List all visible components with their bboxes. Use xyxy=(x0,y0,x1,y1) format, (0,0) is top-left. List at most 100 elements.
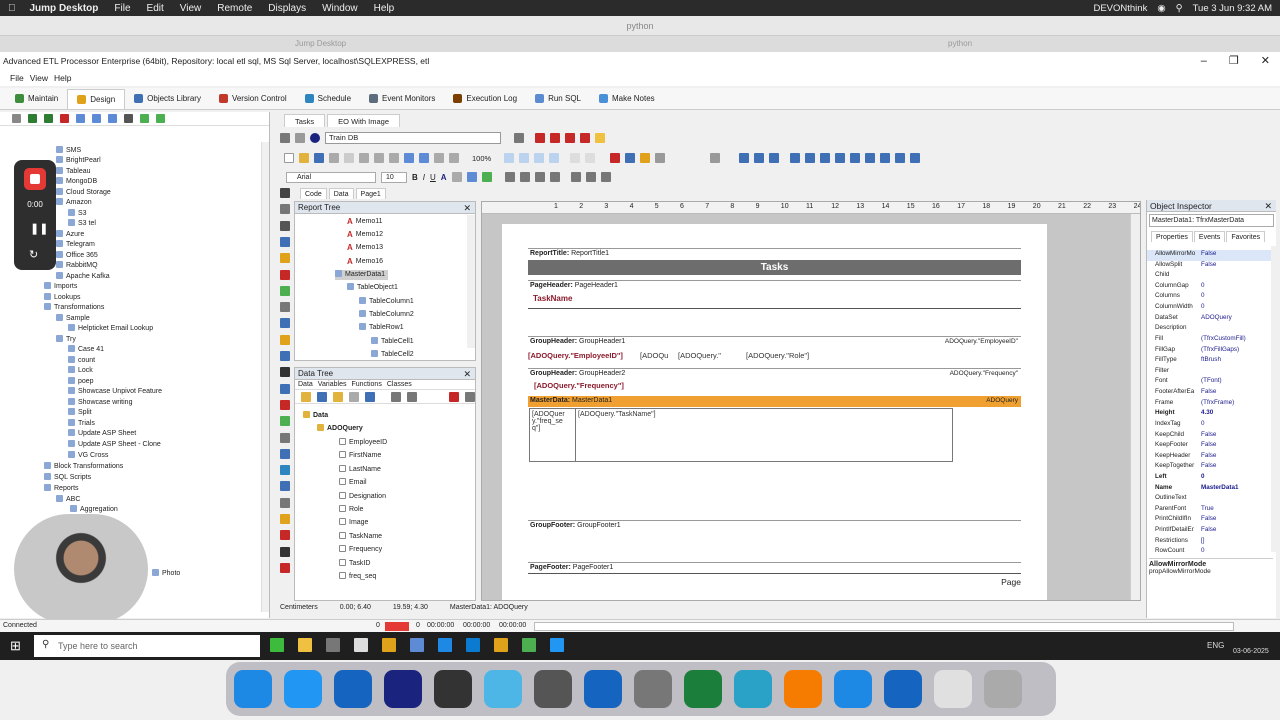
group-footer-band[interactable]: GroupFooter: GroupFooter1 xyxy=(528,520,1021,556)
property-row[interactable]: RowCount 0 xyxy=(1147,547,1277,558)
report-tree-item[interactable]: TableCell1 xyxy=(371,337,414,347)
property-value[interactable]: ftBrush xyxy=(1201,356,1221,363)
property-value[interactable]: False xyxy=(1201,452,1216,459)
task-name-label[interactable]: TaskName xyxy=(533,294,572,303)
save-icon[interactable] xyxy=(314,153,324,163)
property-row[interactable]: ColumnWidth 0 xyxy=(1147,303,1277,314)
center-v-icon[interactable] xyxy=(880,153,891,163)
tree-item[interactable]: Showcase Unpivot Feature xyxy=(68,387,162,397)
tree-item[interactable]: ABC xyxy=(56,495,80,505)
line-color-icon[interactable] xyxy=(640,153,651,163)
dock-app-icon[interactable] xyxy=(434,670,472,708)
group-header-2-band[interactable]: GroupHeader: GroupHeader2 ADOQuery."Freq… xyxy=(528,368,1021,394)
apple-icon[interactable]:  xyxy=(8,3,16,14)
data-field[interactable]: Email xyxy=(339,478,367,488)
dock-app-icon[interactable] xyxy=(284,670,322,708)
property-value[interactable]: False xyxy=(1201,261,1216,268)
property-value[interactable]: False xyxy=(1201,431,1216,438)
align-middle-icon[interactable] xyxy=(805,153,816,163)
dock-app-icon[interactable] xyxy=(234,670,272,708)
font-size-select[interactable]: 10 xyxy=(381,171,407,183)
zoom-select[interactable]: 100% xyxy=(472,154,491,163)
ungroup-icon[interactable] xyxy=(449,153,459,163)
tab-make-notes[interactable]: Make Notes xyxy=(590,89,664,109)
sort-icon[interactable] xyxy=(391,391,401,402)
cut-icon[interactable] xyxy=(76,114,85,123)
tree-item[interactable]: S3 xyxy=(68,209,87,219)
preview-icon[interactable] xyxy=(514,133,524,143)
undo-icon[interactable] xyxy=(404,153,414,163)
font-color-icon[interactable]: A xyxy=(441,173,447,182)
italic-icon[interactable]: I xyxy=(423,173,425,182)
ellipse-tool-icon[interactable] xyxy=(280,530,290,541)
tree-item[interactable]: Helpticket Email Lookup xyxy=(68,324,153,334)
text-justify-icon[interactable] xyxy=(549,172,560,182)
shape-tool-icon[interactable] xyxy=(280,383,290,394)
same-width-icon[interactable] xyxy=(895,153,906,163)
new-icon[interactable] xyxy=(284,153,294,163)
tree-item[interactable]: RabbitMQ xyxy=(56,261,98,271)
page-footer-band[interactable]: PageFooter: PageFooter1 Page xyxy=(528,562,1021,600)
property-row[interactable]: FillType ftBrush xyxy=(1147,356,1277,367)
lock-icon[interactable] xyxy=(595,133,605,143)
checkbox-tool-icon[interactable] xyxy=(280,416,290,427)
report-tree-item[interactable]: TableColumn1 xyxy=(359,297,414,307)
property-row[interactable]: Child xyxy=(1147,271,1277,282)
status-app-name[interactable]: DEVONthink xyxy=(1093,3,1147,14)
freq-seq-cell[interactable]: [ADOQuer y."freq_se q"] xyxy=(532,411,572,432)
taskbar-app-icon[interactable] xyxy=(298,638,312,652)
frame-color-icon[interactable] xyxy=(625,153,636,163)
tree-item[interactable]: Transformations xyxy=(44,303,104,313)
tree-item[interactable]: Photo xyxy=(152,569,180,579)
subreport-tool-icon[interactable] xyxy=(280,481,290,492)
tree-item[interactable]: poep xyxy=(68,377,94,387)
property-value[interactable]: False xyxy=(1201,441,1216,448)
data-tab-data[interactable]: Data xyxy=(298,381,313,388)
space-h-icon[interactable] xyxy=(835,153,846,163)
text-bottom-icon[interactable] xyxy=(600,172,611,182)
taskbar-app-icon[interactable] xyxy=(410,638,424,652)
align-center-icon[interactable] xyxy=(754,153,765,163)
minimize-icon[interactable]: – xyxy=(1201,52,1207,70)
inspector-tab-properties[interactable]: Properties xyxy=(1151,231,1193,242)
property-value[interactable]: 0 xyxy=(1201,547,1205,554)
tree-item[interactable]: Split xyxy=(68,408,92,418)
tab-event-monitors[interactable]: Event Monitors xyxy=(360,89,444,109)
database-icon[interactable] xyxy=(310,133,320,143)
frame-icon[interactable] xyxy=(570,153,581,163)
tab-version-control[interactable]: Version Control xyxy=(210,89,296,109)
style-icon[interactable] xyxy=(481,172,492,182)
property-row[interactable]: FooterAfterEa False xyxy=(1147,388,1277,399)
tab-maintain[interactable]: Maintain xyxy=(6,89,67,109)
tree-item[interactable]: Showcase writing xyxy=(68,398,132,408)
report-tree-item[interactable]: A Memo16 xyxy=(347,257,383,267)
property-value[interactable]: [] xyxy=(1201,537,1205,544)
dock-app-icon[interactable] xyxy=(684,670,722,708)
select-tool-icon[interactable] xyxy=(280,188,290,198)
dock-app-icon[interactable] xyxy=(634,670,672,708)
tree-item[interactable]: Update ASP Sheet - Clone xyxy=(68,440,161,450)
mac-menu-window[interactable]: Window xyxy=(322,3,358,14)
taskbar-app-icon[interactable] xyxy=(270,638,284,652)
text-tool-icon[interactable] xyxy=(280,236,290,247)
mac-menu-edit[interactable]: Edit xyxy=(147,3,164,14)
property-row[interactable]: KeepTogether False xyxy=(1147,462,1277,473)
underline-icon[interactable]: U xyxy=(430,173,436,182)
sort2-icon[interactable] xyxy=(407,391,417,402)
dock-app-icon[interactable] xyxy=(534,670,572,708)
data-field[interactable]: FirstName xyxy=(339,451,381,461)
property-row[interactable]: Left 0 xyxy=(1147,473,1277,484)
property-value[interactable]: False xyxy=(1201,462,1216,469)
property-row[interactable]: Description xyxy=(1147,324,1277,335)
property-row[interactable]: Restrictions [] xyxy=(1147,537,1277,548)
align-left-icon[interactable] xyxy=(739,153,750,163)
taskbar-search[interactable]: Type here to search xyxy=(34,635,260,657)
tab-run-sql[interactable]: Run SQL xyxy=(526,89,590,109)
tree-item[interactable]: SMS xyxy=(56,146,81,156)
page-width-icon[interactable] xyxy=(549,153,560,163)
report-icon[interactable] xyxy=(295,133,305,143)
property-row[interactable]: ParentFont True xyxy=(1147,505,1277,516)
fill-color-icon[interactable] xyxy=(610,153,621,163)
grid-red-icon[interactable] xyxy=(535,133,545,143)
tree-item[interactable]: MongoDB xyxy=(56,177,97,187)
